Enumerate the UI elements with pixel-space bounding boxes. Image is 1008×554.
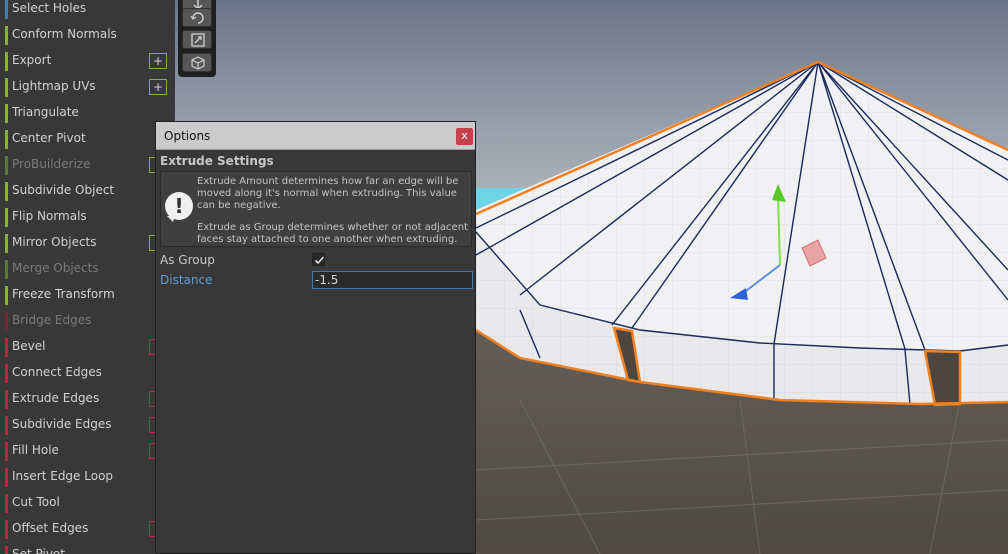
category-stripe	[5, 312, 8, 331]
distance-label: Distance	[160, 273, 213, 287]
menu-item-label: Freeze Transform	[12, 287, 115, 301]
as-group-checkbox[interactable]	[312, 253, 325, 266]
menu-item-subdivide-object[interactable]: Subdivide Object	[0, 179, 175, 205]
menu-item-fill-hole[interactable]: Fill Hole	[0, 439, 175, 465]
scale-tool-button[interactable]	[182, 30, 212, 49]
menu-item-label: Subdivide Object	[12, 183, 115, 197]
distance-input[interactable]	[312, 271, 473, 289]
transform-icon	[191, 56, 205, 70]
menu-item-label: Merge Objects	[12, 261, 99, 275]
info-icon: !	[165, 192, 193, 222]
probuilder-menu: Select Holes Conform Normals Export + Lightm…	[0, 0, 175, 554]
category-stripe	[5, 156, 8, 175]
help-text-extrude-amount: Extrude Amount determines how far an edg…	[197, 176, 459, 211]
section-title: Extrude Settings	[160, 154, 274, 168]
category-stripe	[5, 442, 8, 461]
menu-item-label: Select Holes	[12, 1, 87, 15]
menu-item-label: Export	[12, 53, 52, 67]
menu-item-export[interactable]: Export +	[0, 49, 175, 75]
menu-item-label: Center Pivot	[12, 131, 86, 145]
menu-item-label: Flip Normals	[12, 209, 87, 223]
menu-item-label: Triangulate	[12, 105, 79, 119]
category-stripe	[5, 338, 8, 357]
menu-item-flip-normals[interactable]: Flip Normals	[0, 205, 175, 231]
category-stripe	[5, 390, 8, 409]
menu-item-label: Conform Normals	[12, 27, 117, 41]
category-stripe	[5, 494, 8, 513]
menu-item-label: Extrude Edges	[12, 391, 100, 405]
category-stripe	[5, 182, 8, 201]
menu-item-select-holes[interactable]: Select Holes	[0, 0, 175, 23]
transform-toolbox	[178, 0, 216, 77]
menu-item-center-pivot[interactable]: Center Pivot	[0, 127, 175, 153]
menu-item-set-pivot[interactable]: Set Pivot	[0, 543, 175, 554]
rotate-icon	[190, 12, 204, 24]
options-window: Options x Extrude Settings ! Extrude Amo…	[155, 121, 476, 554]
menu-item-cut-tool[interactable]: Cut Tool	[0, 491, 175, 517]
menu-item-label: Mirror Objects	[12, 235, 97, 249]
menu-item-label: Insert Edge Loop	[12, 469, 114, 483]
menu-item-lightmap-uvs[interactable]: Lightmap UVs +	[0, 75, 175, 101]
menu-item-probuilderize[interactable]: ProBuilderize	[0, 153, 175, 179]
options-title: Options	[164, 129, 211, 143]
category-stripe	[5, 546, 8, 554]
menu-item-label: Subdivide Edges	[12, 417, 112, 431]
category-stripe	[5, 130, 8, 149]
category-stripe	[5, 26, 8, 45]
menu-item-label: Offset Edges	[12, 521, 89, 535]
close-button[interactable]: x	[456, 128, 473, 145]
menu-item-triangulate[interactable]: Triangulate	[0, 101, 175, 127]
category-stripe	[5, 416, 8, 435]
options-plus-button[interactable]: +	[149, 79, 167, 95]
category-stripe	[5, 52, 8, 71]
menu-item-label: Connect Edges	[12, 365, 102, 379]
scale-icon	[191, 33, 205, 47]
category-stripe	[5, 104, 8, 123]
menu-item-label: Cut Tool	[12, 495, 60, 509]
category-stripe	[5, 78, 8, 97]
menu-item-label: Fill Hole	[12, 443, 59, 457]
menu-item-label: Lightmap UVs	[12, 79, 96, 93]
menu-item-subdivide-edges[interactable]: Subdivide Edges	[0, 413, 175, 439]
menu-item-insert-edge-loop[interactable]: Insert Edge Loop	[0, 465, 175, 491]
category-stripe	[5, 0, 8, 19]
category-stripe	[5, 364, 8, 383]
rotate-tool-button[interactable]	[182, 8, 212, 27]
help-box: ! Extrude Amount determines how far an e…	[160, 171, 472, 247]
menu-item-bridge-edges[interactable]: Bridge Edges	[0, 309, 175, 335]
menu-item-offset-edges[interactable]: Offset Edges	[0, 517, 175, 543]
menu-item-mirror-objects[interactable]: Mirror Objects	[0, 231, 175, 257]
menu-item-connect-edges[interactable]: Connect Edges	[0, 361, 175, 387]
help-text-extrude-group: Extrude as Group determines whether or n…	[197, 222, 468, 245]
as-group-label: As Group	[160, 253, 215, 267]
category-stripe	[5, 260, 8, 279]
options-plus-button[interactable]: +	[149, 53, 167, 69]
menu-item-freeze-transform[interactable]: Freeze Transform	[0, 283, 175, 309]
category-stripe	[5, 234, 8, 253]
category-stripe	[5, 520, 8, 539]
menu-item-merge-objects[interactable]: Merge Objects	[0, 257, 175, 283]
category-stripe	[5, 208, 8, 227]
checkmark-icon	[314, 256, 325, 265]
category-stripe	[5, 468, 8, 487]
options-titlebar[interactable]: Options x	[156, 122, 475, 150]
menu-item-conform-normals[interactable]: Conform Normals	[0, 23, 175, 49]
transform-tool-button[interactable]	[182, 53, 212, 72]
category-stripe	[5, 286, 8, 305]
menu-item-bevel[interactable]: Bevel	[0, 335, 175, 361]
menu-item-label: Set Pivot	[12, 547, 65, 554]
menu-item-label: ProBuilderize	[12, 157, 91, 171]
menu-item-label: Bridge Edges	[12, 313, 92, 327]
menu-item-extrude-edges[interactable]: Extrude Edges	[0, 387, 175, 413]
menu-item-label: Bevel	[12, 339, 46, 353]
